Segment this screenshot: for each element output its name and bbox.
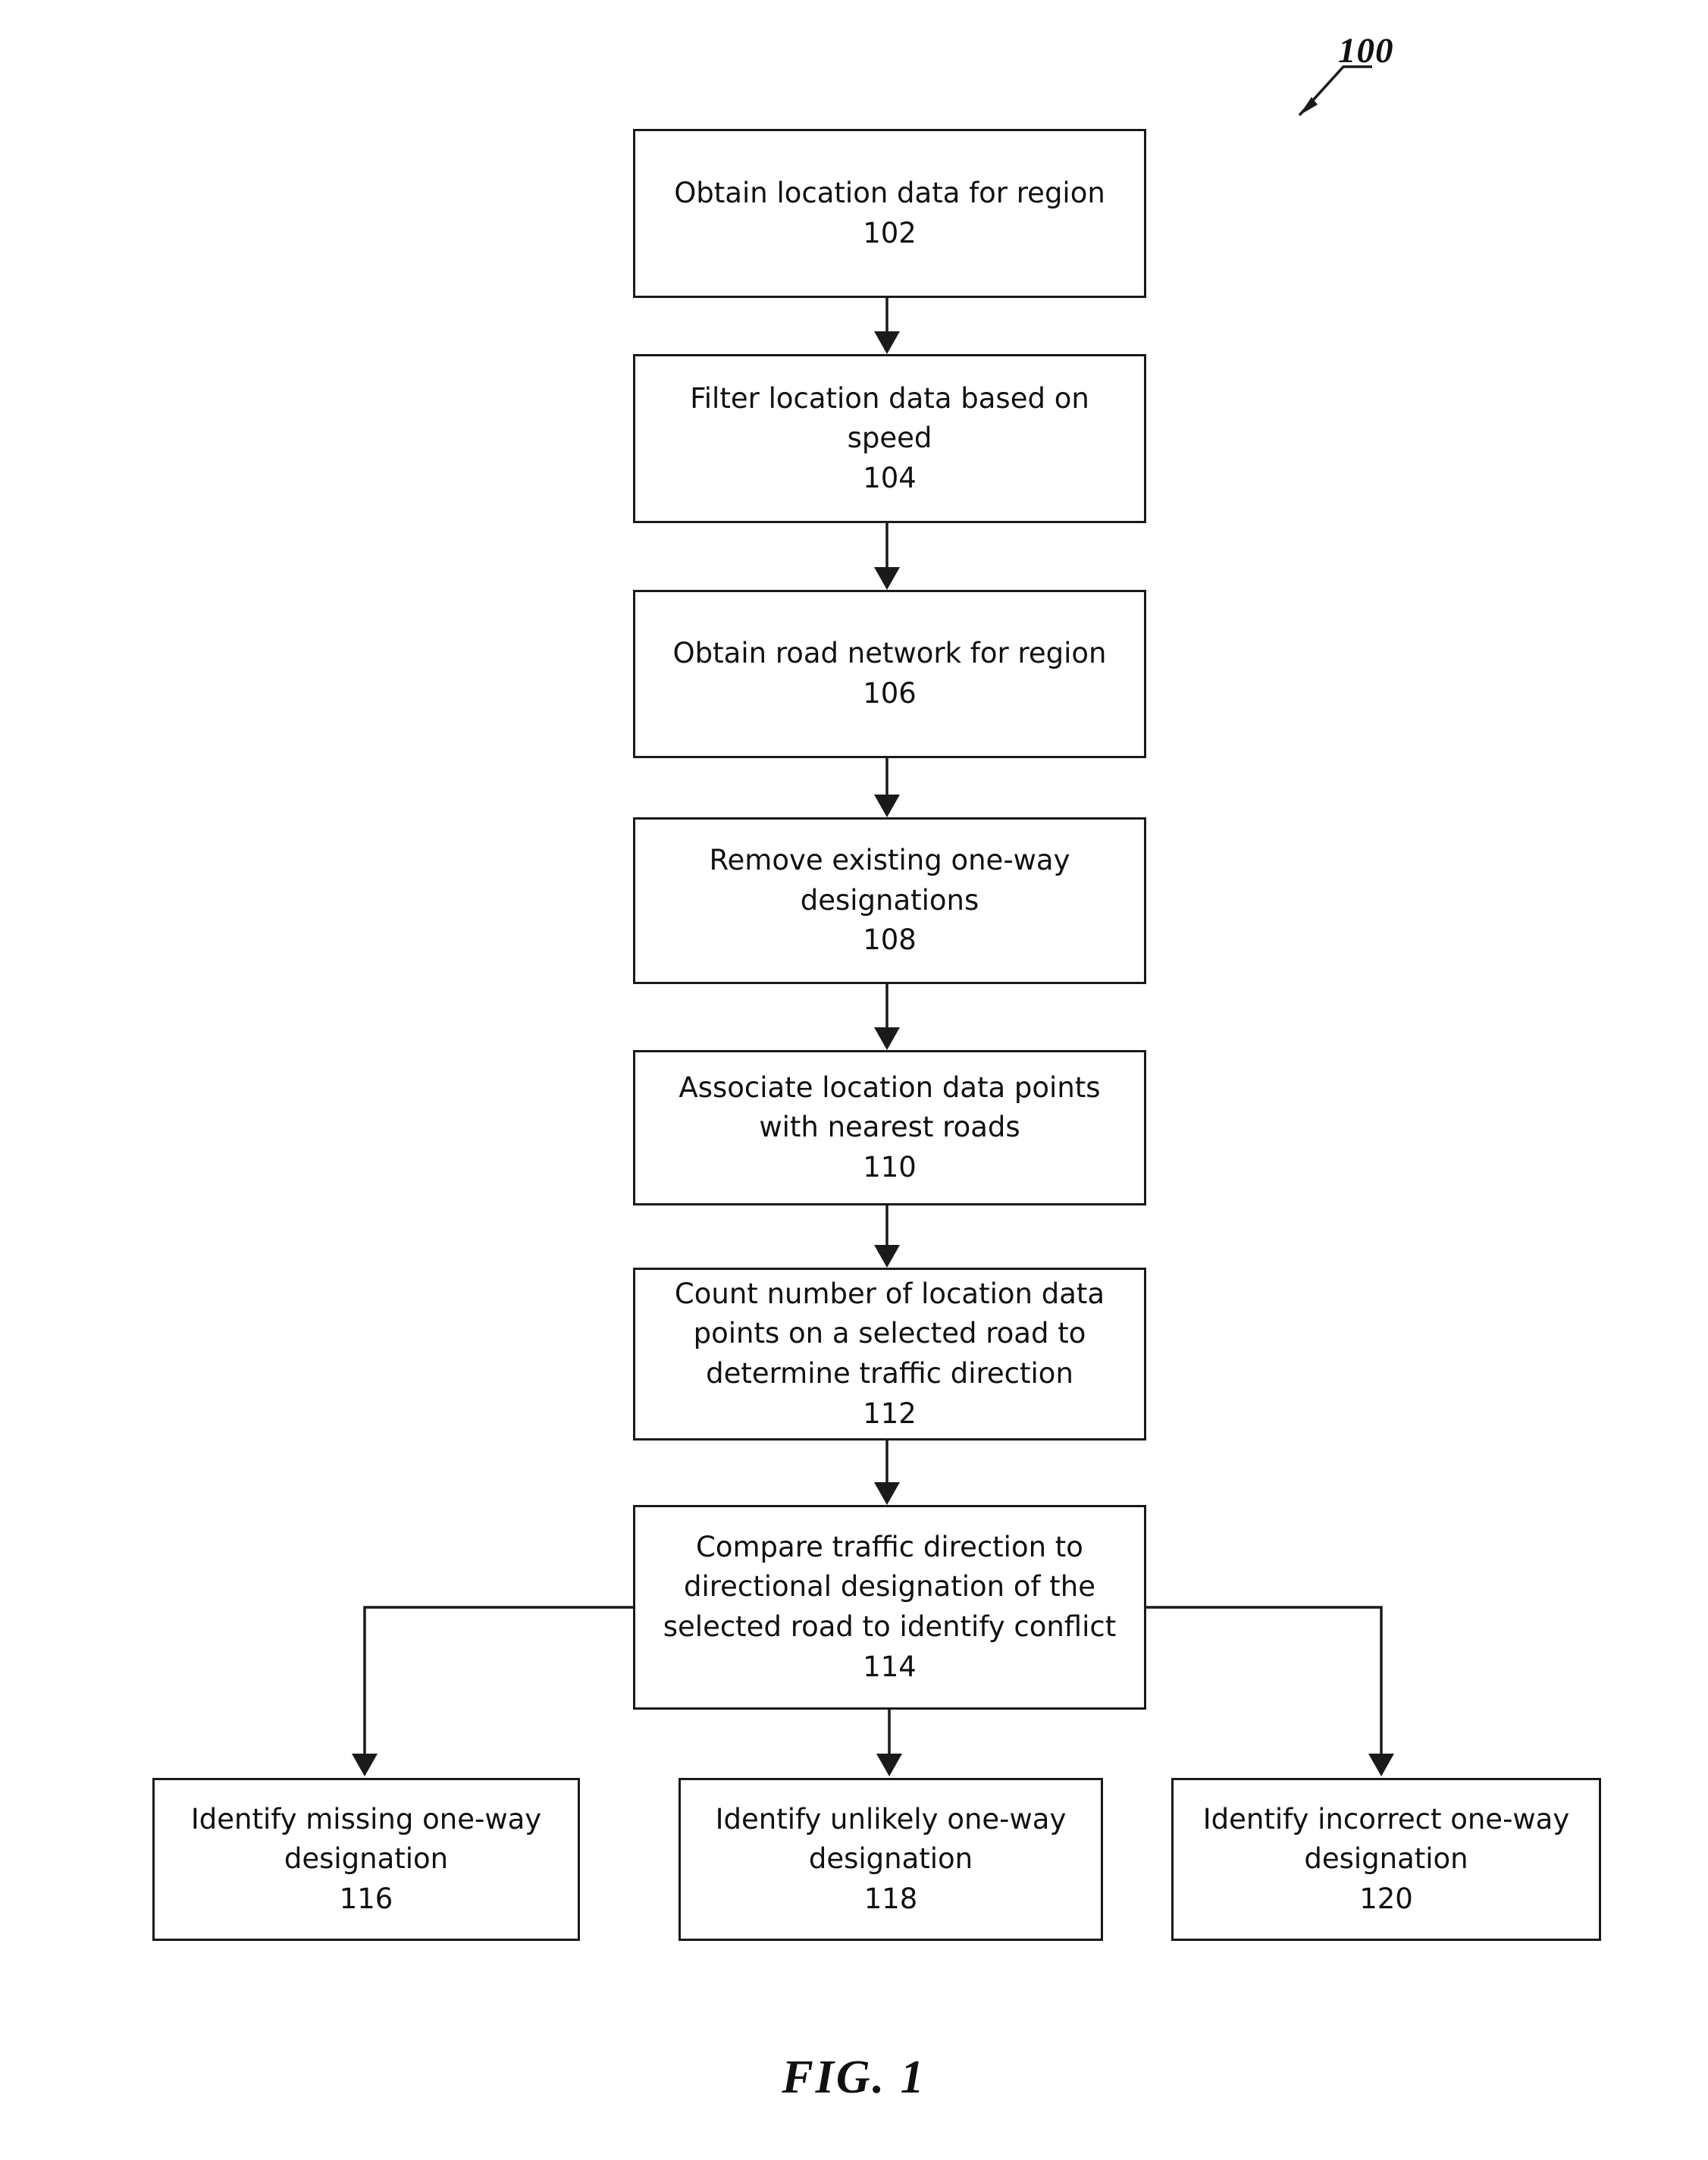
flow-node-108[interactable]: Remove existing one-way designations 108: [633, 817, 1146, 984]
flow-node-114-label: Compare traffic direction to directional…: [663, 1530, 1117, 1643]
flow-node-110-ref: 110: [863, 1150, 917, 1183]
flow-node-106-ref: 106: [863, 677, 917, 710]
flow-node-102-ref: 102: [863, 216, 917, 249]
figure-page: 100 Obtain location data for region 102 …: [0, 0, 1708, 2160]
flow-node-118-label: Identify unlikely one-way designation: [715, 1802, 1067, 1876]
figure-reference-callout: 100: [1258, 30, 1516, 129]
flow-node-108-label: Remove existing one-way designations: [709, 844, 1070, 917]
figure-caption: FIG. 1: [782, 2052, 926, 2103]
flow-node-108-ref: 108: [863, 923, 917, 957]
flow-node-114[interactable]: Compare traffic direction to directional…: [633, 1505, 1146, 1710]
flow-node-112-label: Count number of location data points on …: [674, 1277, 1105, 1390]
figure-reference-number: 100: [1338, 31, 1394, 71]
flow-node-106-label: Obtain road network for region: [672, 637, 1107, 670]
flow-node-104[interactable]: Filter location data based on speed 104: [633, 354, 1146, 523]
arrow-102-to-104: [874, 298, 900, 354]
flow-node-106[interactable]: Obtain road network for region 106: [633, 590, 1146, 758]
flow-node-102[interactable]: Obtain location data for region 102: [633, 129, 1146, 298]
flow-node-110[interactable]: Associate location data points with near…: [633, 1050, 1146, 1205]
flow-node-112-ref: 112: [863, 1397, 917, 1430]
flow-node-116-label: Identify missing one-way designation: [190, 1802, 542, 1876]
flow-node-116-ref: 116: [339, 1882, 393, 1915]
arrow-106-to-108: [874, 758, 900, 817]
flow-node-120-ref: 120: [1359, 1882, 1413, 1915]
arrow-112-to-114: [874, 1441, 900, 1505]
arrow-104-to-106: [874, 523, 900, 590]
flow-node-104-ref: 104: [863, 461, 917, 494]
flow-node-110-label: Associate location data points with near…: [678, 1071, 1101, 1144]
flow-node-120-label: Identify incorrect one-way designation: [1202, 1802, 1570, 1876]
flow-node-104-label: Filter location data based on speed: [690, 381, 1089, 455]
flow-node-120[interactable]: Identify incorrect one-way designation 1…: [1171, 1778, 1601, 1941]
flow-node-114-ref: 114: [863, 1650, 917, 1683]
arrow-110-to-112: [874, 1205, 900, 1268]
arrow-108-to-110: [874, 984, 900, 1050]
flow-node-118-ref: 118: [863, 1882, 918, 1915]
flow-node-112[interactable]: Count number of location data points on …: [633, 1268, 1146, 1441]
flow-node-102-label: Obtain location data for region: [674, 176, 1105, 209]
flow-node-116[interactable]: Identify missing one-way designation 116: [152, 1778, 580, 1941]
flow-node-118[interactable]: Identify unlikely one-way designation 11…: [678, 1778, 1103, 1941]
